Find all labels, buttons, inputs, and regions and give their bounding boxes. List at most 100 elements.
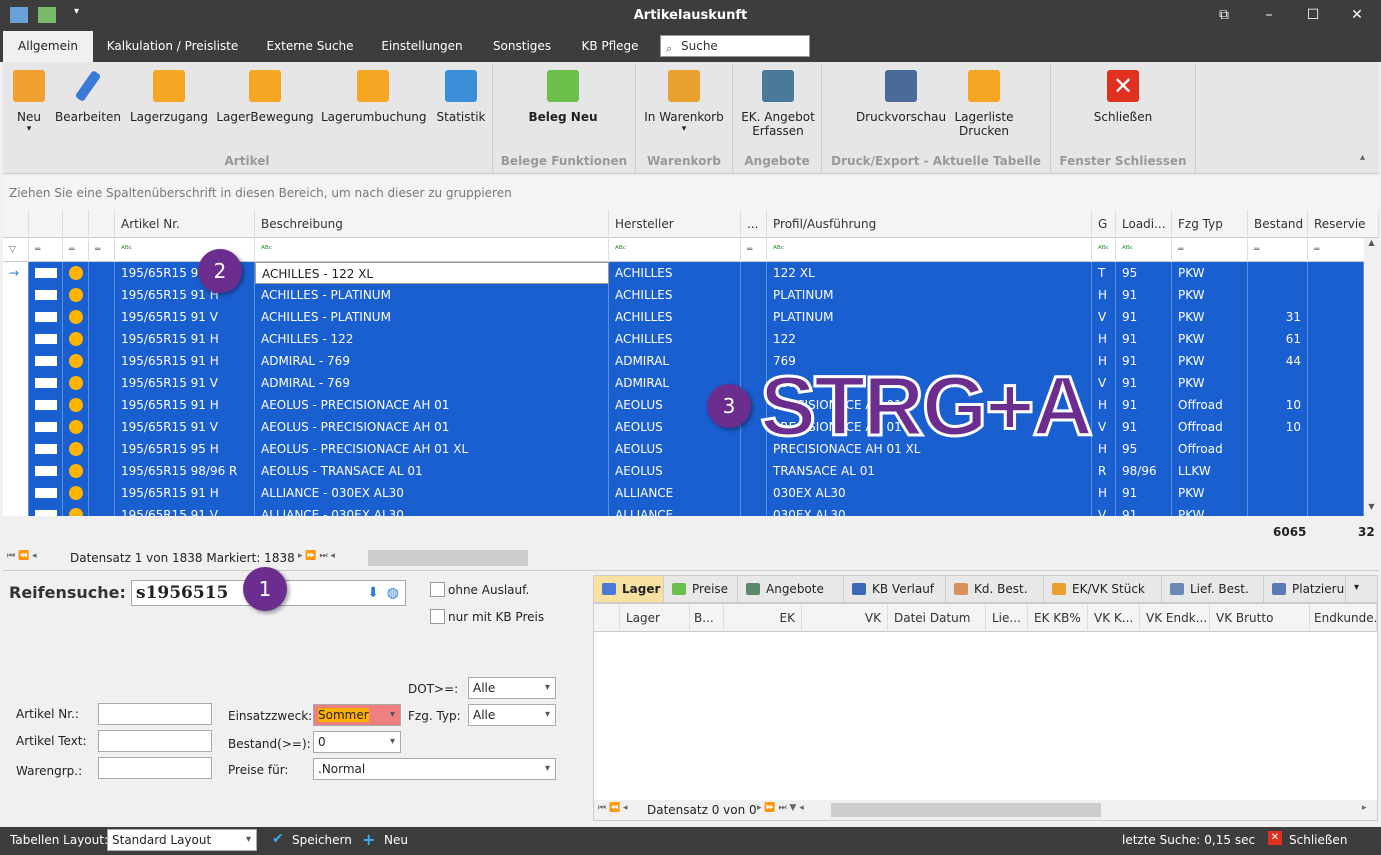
- tab-sonstiges[interactable]: Sonstiges: [482, 31, 562, 62]
- table-row[interactable]: 195/65R15 91 V ADMIRAL - 769 ADMIRAL 769 V 91…: [3, 372, 1379, 394]
- table-row[interactable]: 195/65R15 91 H ADMIRAL - 769 ADMIRAL 769 H 91…: [3, 350, 1379, 372]
- lager-nav-next-icons[interactable]: ▸ ⏩ ⏭ ▼ ◂: [757, 803, 804, 813]
- cell-load[interactable]: 98/96: [1116, 460, 1172, 482]
- row-empty-cell[interactable]: [1308, 372, 1364, 394]
- tab-lager[interactable]: Lager: [594, 576, 664, 602]
- lagerumbuchung-button[interactable]: Lagerumbuchung: [321, 66, 427, 124]
- cell-desc[interactable]: AEOLUS - PRECISIONACE AH 01 XL: [255, 438, 609, 460]
- cell-fzg[interactable]: PKW: [1172, 504, 1248, 516]
- cell-g[interactable]: V: [1092, 306, 1116, 328]
- tab-allgemein[interactable]: Allgemein: [3, 31, 93, 62]
- status-close-button[interactable]: Schließen: [1289, 833, 1347, 847]
- header-more[interactable]: ...: [741, 210, 767, 238]
- row-season-cell[interactable]: [63, 284, 89, 306]
- lager-nav-prev-icons[interactable]: ⏮ ⏪ ◂: [598, 803, 628, 813]
- row-empty-cell[interactable]: [89, 328, 115, 350]
- cell-desc[interactable]: AEOLUS - PRECISIONACE AH 01: [255, 394, 609, 416]
- cell-g[interactable]: T: [1092, 262, 1116, 284]
- row-empty-cell[interactable]: [1308, 284, 1364, 306]
- beleg-neu-button[interactable]: Beleg Neu: [513, 66, 613, 124]
- row-season-cell[interactable]: [63, 482, 89, 504]
- row-color-cell[interactable]: [29, 416, 63, 438]
- cell-load[interactable]: 91: [1116, 284, 1172, 306]
- artikel-nr-input[interactable]: [98, 703, 212, 725]
- cell-herst[interactable]: AEOLUS: [609, 460, 741, 482]
- lager-col-endkunde[interactable]: Endkunde...: [1310, 604, 1377, 632]
- header-reserviert[interactable]: Reservie: [1308, 210, 1379, 238]
- row-empty-cell[interactable]: [89, 350, 115, 372]
- cell-fzg[interactable]: PKW: [1172, 306, 1248, 328]
- nur-kb-checkbox[interactable]: [430, 609, 445, 624]
- artikel-text-input[interactable]: [98, 730, 212, 752]
- row-season-cell[interactable]: [63, 328, 89, 350]
- row-empty-cell[interactable]: [1308, 262, 1364, 284]
- scroll-down-icon[interactable]: ▼: [1364, 502, 1379, 511]
- lagerliste-drucken-button[interactable]: Lagerliste Drucken: [949, 66, 1019, 138]
- cell-load[interactable]: 91: [1116, 328, 1172, 350]
- cell-desc[interactable]: ALLIANCE - 030EX AL30: [255, 482, 609, 504]
- filter-fzg[interactable]: ═: [1172, 238, 1248, 262]
- cell-desc[interactable]: ALLIANCE - 030EX AL30: [255, 504, 609, 516]
- row-season-cell[interactable]: [63, 460, 89, 482]
- cell-herst[interactable]: ACHILLES: [609, 328, 741, 350]
- cell-fzg[interactable]: LLKW: [1172, 460, 1248, 482]
- filter-color[interactable]: ═: [29, 238, 63, 262]
- header-beschreibung[interactable]: Beschreibung: [255, 210, 609, 238]
- row-empty-cell[interactable]: [741, 328, 767, 350]
- cell-art[interactable]: 195/65R15 91 H: [115, 482, 255, 504]
- cell-g[interactable]: H: [1092, 284, 1116, 306]
- tab-externe-suche[interactable]: Externe Suche: [255, 31, 365, 62]
- cell-desc[interactable]: ACHILLES - PLATINUM: [255, 306, 609, 328]
- preise-select[interactable]: .Normal: [313, 758, 556, 780]
- row-empty-cell[interactable]: [1308, 350, 1364, 372]
- search-input[interactable]: ⌕ Suche: [660, 35, 810, 57]
- row-empty-cell[interactable]: [1308, 482, 1364, 504]
- lager-col-ek-kb[interactable]: EK KB%: [1028, 604, 1088, 632]
- cell-bestand[interactable]: 10: [1248, 394, 1308, 416]
- row-season-cell[interactable]: [63, 262, 89, 284]
- row-empty-cell[interactable]: [89, 394, 115, 416]
- cell-fzg[interactable]: PKW: [1172, 372, 1248, 394]
- grid-scrollbar[interactable]: ▲ ▼: [1364, 238, 1379, 516]
- speichern-button[interactable]: Speichern: [292, 833, 352, 847]
- cell-art[interactable]: 195/65R15 91 V: [115, 416, 255, 438]
- row-empty-cell[interactable]: [741, 284, 767, 306]
- lager-col-ek[interactable]: EK: [724, 604, 802, 632]
- cell-bestand[interactable]: [1248, 262, 1308, 284]
- lager-col-vk-k[interactable]: VK K...: [1088, 604, 1140, 632]
- lagerzugang-button[interactable]: Lagerzugang: [127, 66, 211, 124]
- ek-angebot-button[interactable]: EK. Angebot Erfassen: [736, 66, 820, 138]
- lager-col-lie[interactable]: Lie...: [986, 604, 1028, 632]
- cell-desc[interactable]: ADMIRAL - 769: [255, 372, 609, 394]
- tab-preise[interactable]: Preise: [664, 576, 738, 602]
- cell-herst[interactable]: ACHILLES: [609, 284, 741, 306]
- filter-loadindex[interactable]: ᴬᴮᶜ: [1116, 238, 1172, 262]
- row-color-cell[interactable]: [29, 306, 63, 328]
- header-profil[interactable]: Profil/Ausführung: [767, 210, 1092, 238]
- maximize-button[interactable]: ☐: [1302, 5, 1324, 25]
- filter-g[interactable]: ᴬᴮᶜ: [1092, 238, 1116, 262]
- cell-bestand[interactable]: [1248, 460, 1308, 482]
- cell-load[interactable]: 95: [1116, 262, 1172, 284]
- table-row[interactable]: 195/65R15 98/96 R AEOLUS - TRANSACE AL 01…: [3, 460, 1379, 482]
- table-row[interactable]: 195/65R15 95 H AEOLUS - PRECISIONACE AH 0…: [3, 438, 1379, 460]
- table-row[interactable]: 195/65R15 91 V ALLIANCE - 030EX AL30 ALLIA…: [3, 504, 1379, 516]
- cell-fzg[interactable]: Offroad: [1172, 416, 1248, 438]
- row-empty-cell[interactable]: [1308, 328, 1364, 350]
- header-season[interactable]: [63, 210, 89, 238]
- row-color-cell[interactable]: [29, 394, 63, 416]
- cell-g[interactable]: H: [1092, 438, 1116, 460]
- cell-load[interactable]: 91: [1116, 306, 1172, 328]
- cell-fzg[interactable]: Offroad: [1172, 438, 1248, 460]
- tab-kalkulation[interactable]: Kalkulation / Preisliste: [100, 31, 245, 62]
- warengrp-input[interactable]: [98, 757, 212, 779]
- cell-profil[interactable]: 122 XL: [767, 262, 1092, 284]
- row-empty-cell[interactable]: [89, 482, 115, 504]
- cell-g[interactable]: H: [1092, 350, 1116, 372]
- einsatzzweck-select[interactable]: Sommer: [313, 704, 401, 726]
- header-artikel-nr[interactable]: Artikel Nr.: [115, 210, 255, 238]
- tab-kb-verlauf[interactable]: KB Verlauf: [844, 576, 946, 602]
- cell-fzg[interactable]: PKW: [1172, 350, 1248, 372]
- filter-beschreibung[interactable]: ᴬᴮᶜ: [255, 238, 609, 262]
- cell-bestand[interactable]: [1248, 482, 1308, 504]
